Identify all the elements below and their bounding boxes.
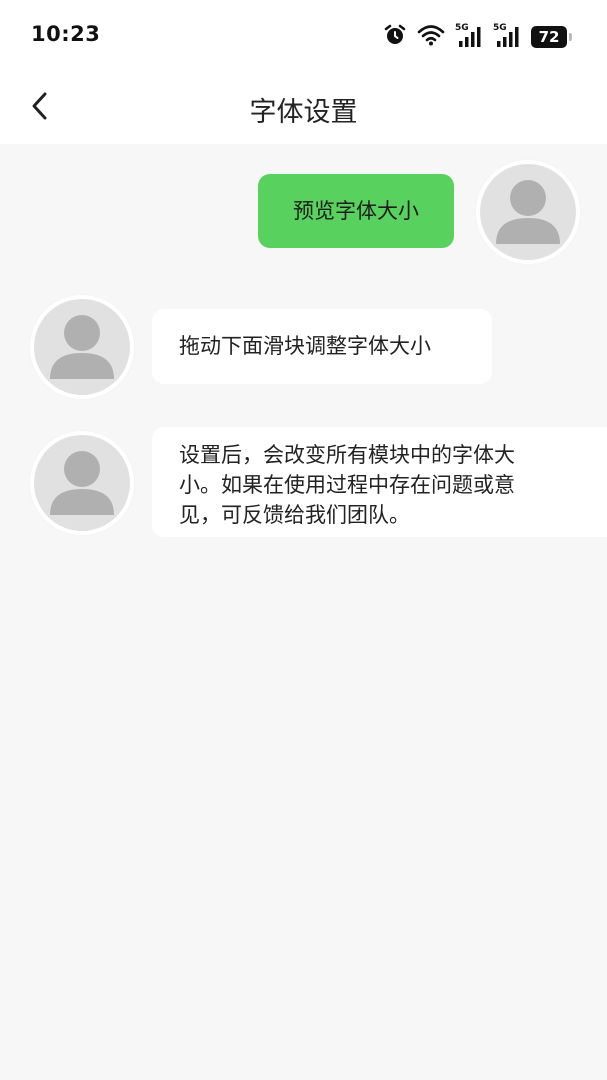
message-text-line: 设置后，会改变所有模块中的字体大 [179,443,515,467]
battery-icon: 72 [531,26,572,48]
preview-chat-area: 预览字体大小 拖动下面滑块调整字体大小 设置后，会改变所有模块中的字体大 小。如… [0,144,607,1080]
avatar [480,164,576,260]
status-bar: 10:23 5G 5G 72 [0,0,607,72]
battery-level: 72 [538,28,560,46]
alarm-icon [383,23,407,51]
nav-bar: 字体设置 [0,72,607,144]
page-title: 字体设置 [249,97,358,128]
wifi-icon [417,24,445,50]
user-avatar-icon [480,180,576,260]
signal-5g-icon: 5G [455,23,483,49]
user-avatar-icon [34,451,130,531]
status-time: 10:23 [31,22,101,46]
message-text-line: 见，可反馈给我们团队。 [179,503,410,527]
message-text: 预览字体大小 [293,199,419,223]
message-bubble-preview: 预览字体大小 [258,174,454,248]
signal-5g-icon: 5G [493,23,521,49]
message-text-line: 小。如果在使用过程中存在问题或意 [179,473,515,497]
avatar [34,299,130,395]
avatar [34,435,130,531]
user-avatar-icon [34,315,130,395]
status-icons: 5G 5G 72 [383,22,572,52]
message-text: 拖动下面滑块调整字体大小 [179,334,431,358]
message-bubble-info: 设置后，会改变所有模块中的字体大 小。如果在使用过程中存在问题或意 见，可反馈给… [152,427,607,537]
message-bubble-hint: 拖动下面滑块调整字体大小 [152,309,492,384]
